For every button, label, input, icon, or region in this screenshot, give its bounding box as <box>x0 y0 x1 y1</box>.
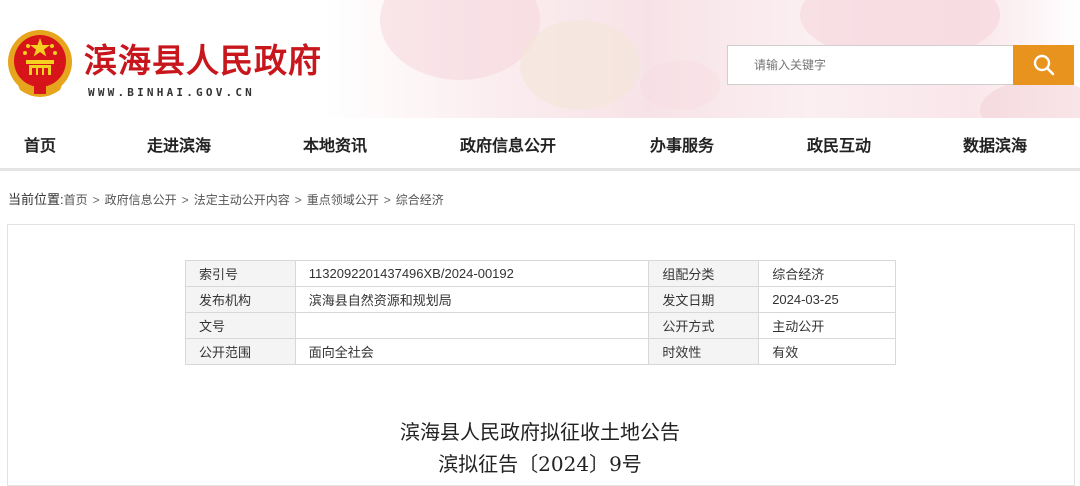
meta-value <box>294 312 650 339</box>
site-url: WWW.BINHAI.GOV.CN <box>88 86 255 99</box>
blossom-decoration <box>520 20 640 110</box>
meta-value: 有效 <box>758 338 896 365</box>
breadcrumb-separator: > <box>294 193 302 207</box>
search-button[interactable] <box>1013 45 1074 85</box>
nav-gov-info-disclosure[interactable]: 政府信息公开 <box>460 132 556 156</box>
meta-value: 2024-03-25 <box>758 286 896 313</box>
meta-value: 主动公开 <box>758 312 896 339</box>
meta-value: 1132092201437496XB/2024-00192 <box>294 260 650 287</box>
document-title: 滨海县人民政府拟征收土地公告 <box>400 420 680 444</box>
document-number: 滨拟征告〔2024〕9号 <box>438 452 642 476</box>
main-nav: 首页 走进滨海 本地资讯 政府信息公开 办事服务 政民互动 数据滨海 <box>0 118 1080 171</box>
breadcrumb-link[interactable]: 法定主动公开内容 <box>194 193 290 207</box>
breadcrumb-separator: > <box>383 193 391 207</box>
search-input[interactable] <box>727 45 1013 85</box>
meta-key: 时效性 <box>648 338 760 365</box>
breadcrumb: 当前位置:首页 > 政府信息公开 > 法定主动公开内容 > 重点领域公开 > 综合经济 <box>8 189 444 208</box>
table-row: 发布机构 滨海县自然资源和规划局 发文日期 2024-03-25 <box>185 286 896 313</box>
site-title[interactable]: 滨海县人民政府 <box>84 34 322 82</box>
national-emblem-icon[interactable] <box>6 28 74 100</box>
search-icon <box>1033 54 1054 76</box>
nav-local-news[interactable]: 本地资讯 <box>303 132 367 156</box>
meta-value: 面向全社会 <box>294 338 650 365</box>
blossom-decoration <box>980 80 1080 118</box>
site-header: 滨海县人民政府 WWW.BINHAI.GOV.CN <box>0 0 1080 118</box>
breadcrumb-link[interactable]: 重点领域公开 <box>307 193 379 207</box>
document-meta-table: 索引号 1132092201437496XB/2024-00192 组配分类 综… <box>185 260 896 365</box>
breadcrumb-link[interactable]: 政府信息公开 <box>105 193 177 207</box>
meta-key: 文号 <box>185 312 296 339</box>
meta-value: 滨海县自然资源和规划局 <box>294 286 650 313</box>
table-row: 文号 公开方式 主动公开 <box>185 312 896 339</box>
meta-key: 公开范围 <box>185 338 296 365</box>
nav-about-binhai[interactable]: 走进滨海 <box>147 132 211 156</box>
breadcrumb-link[interactable]: 综合经济 <box>396 193 444 207</box>
nav-data-binhai[interactable]: 数据滨海 <box>963 132 1027 156</box>
table-row: 索引号 1132092201437496XB/2024-00192 组配分类 综… <box>185 260 896 287</box>
nav-services[interactable]: 办事服务 <box>650 132 714 156</box>
nav-home[interactable]: 首页 <box>24 132 56 156</box>
meta-key: 组配分类 <box>648 260 760 287</box>
meta-value: 综合经济 <box>758 260 896 287</box>
breadcrumb-link[interactable]: 首页 <box>64 193 88 207</box>
meta-key: 公开方式 <box>648 312 760 339</box>
blossom-decoration <box>380 0 540 80</box>
nav-interaction[interactable]: 政民互动 <box>807 132 871 156</box>
table-row: 公开范围 面向全社会 时效性 有效 <box>185 338 896 365</box>
meta-key: 发布机构 <box>185 286 296 313</box>
meta-key: 发文日期 <box>648 286 760 313</box>
meta-key: 索引号 <box>185 260 296 287</box>
breadcrumb-separator: > <box>181 193 189 207</box>
blossom-decoration <box>640 60 720 110</box>
breadcrumb-lead: 当前位置: <box>8 192 64 207</box>
breadcrumb-separator: > <box>92 193 100 207</box>
